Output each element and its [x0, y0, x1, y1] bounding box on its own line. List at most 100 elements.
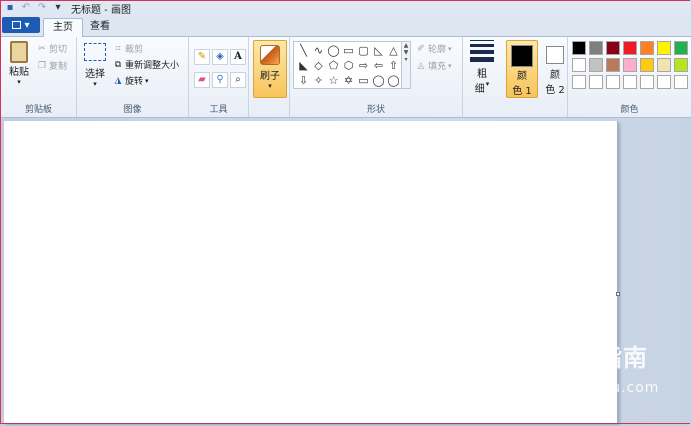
crop-label: 裁剪	[125, 45, 144, 55]
shape-item[interactable]: ⇨	[356, 58, 371, 73]
shape-item[interactable]: ⇦	[371, 58, 386, 73]
shape-item[interactable]: ◣	[296, 58, 311, 73]
brush-icon	[260, 45, 280, 65]
sogou-logo-icon: S	[512, 342, 544, 374]
shape-item[interactable]: △	[386, 43, 401, 58]
size-line-thickest	[470, 57, 494, 62]
size-label-row: 细 ▾	[467, 80, 497, 95]
rotate-icon: ◮	[114, 75, 122, 86]
tab-view[interactable]: 查看	[81, 18, 119, 36]
resize-button[interactable]: ⧉ 重新调整大小	[113, 58, 180, 72]
paint-menu-icon	[12, 21, 22, 29]
tools-group: ✎ ◈ A ▰ ⚲ ⌕ 工具	[189, 37, 249, 117]
color2-swatch	[546, 46, 564, 64]
shape-item[interactable]: ▭	[341, 43, 356, 58]
image-group: 选择 ▾ ⌗ 裁剪 ⧉ 重新调整大小 ◮ 旋转 ▾ 图像	[77, 37, 189, 117]
shape-item[interactable]: ◇	[311, 58, 326, 73]
outline-button[interactable]: ✐ 轮廓 ▾	[416, 42, 452, 56]
shape-item[interactable]: ⬠	[326, 58, 341, 73]
paste-label: 粘贴	[9, 67, 29, 78]
shapes-group-label: 形状	[366, 105, 385, 115]
copy-button[interactable]: ❐ 复制	[37, 59, 68, 73]
quick-access-toolbar: ▪ ↶ ↷ ▾	[1, 1, 65, 15]
chevron-down-icon: ▾	[448, 61, 452, 70]
color2-button[interactable]: 颜 色 2	[541, 40, 569, 96]
scissors-icon: ✂	[38, 43, 46, 54]
color1-button[interactable]: 颜 色 1	[506, 40, 538, 98]
shapes-scrollbar[interactable]: ▲ ▼ ▾	[401, 42, 410, 88]
paint-menu-button[interactable]: ▾	[2, 17, 40, 33]
selection-rect-icon	[84, 43, 106, 61]
color1-label-2: 色 1	[512, 86, 532, 97]
resize-label: 重新调整大小	[125, 61, 180, 71]
size-label-2: 细	[474, 84, 485, 95]
select-label: 选择	[85, 69, 105, 80]
size-label-1: 粗	[477, 69, 487, 80]
crop-icon: ⌗	[115, 43, 121, 54]
rotate-label: 旋转	[125, 77, 144, 87]
shape-item[interactable]: ◯	[371, 73, 386, 88]
clipboard-group: 粘贴 ▾ ✂ 剪切 ❐ 复制 剪贴板	[1, 37, 77, 117]
shape-item[interactable]: ▢	[356, 43, 371, 58]
fill-icon: ◬	[417, 60, 425, 71]
fill-button[interactable]: ◬ 填充 ▾	[416, 59, 452, 73]
undo-icon[interactable]: ↶	[19, 2, 33, 14]
cut-button[interactable]: ✂ 剪切	[37, 42, 68, 56]
shape-item[interactable]: ⇩	[296, 73, 311, 88]
size-button[interactable]: 粗 细 ▾	[467, 40, 497, 95]
brushes-label: 刷子	[260, 71, 280, 82]
fill-label: 填充	[428, 62, 447, 72]
save-icon[interactable]: ▪	[3, 2, 17, 14]
select-button[interactable]: 选择 ▾	[81, 43, 109, 88]
ribbon-tabs: ▾ 主页 查看	[1, 15, 691, 37]
size-line-thick	[470, 50, 494, 54]
brushes-button[interactable]: 刷子 ▾	[253, 40, 287, 98]
shape-item[interactable]: ╲	[296, 43, 311, 58]
shape-item[interactable]: ☆	[326, 73, 341, 88]
copy-icon: ❐	[37, 60, 47, 71]
crop-button[interactable]: ⌗ 裁剪	[113, 42, 144, 56]
sogou-watermark: S 搜狗指南 zhinan.sogou.com	[512, 342, 682, 402]
shape-item[interactable]: ∿	[311, 43, 326, 58]
chevron-down-icon: ▾	[485, 80, 490, 88]
size-line-medium	[470, 44, 494, 47]
canvas-resize-handle[interactable]	[616, 292, 620, 296]
image-group-label: 图像	[123, 105, 142, 115]
pencil-icon[interactable]: ✎	[194, 49, 210, 65]
shape-item[interactable]: ◯	[386, 73, 401, 88]
shape-item[interactable]: ⇧	[386, 58, 401, 73]
clipboard-group-label: 剪贴板	[24, 105, 52, 115]
chevron-down-icon: ▾	[17, 78, 21, 86]
chevron-down-icon: ▾	[24, 19, 30, 31]
redo-icon[interactable]: ↷	[35, 2, 49, 14]
paste-button[interactable]: 粘贴 ▾	[4, 41, 34, 86]
rotate-button[interactable]: ◮ 旋转 ▾	[113, 74, 149, 88]
cut-label: 剪切	[49, 45, 68, 55]
shapes-grid: ╲ ∿ ◯ ▭ ▢ ◺ △ ◣ ◇ ⬠ ⬡ ⇨ ⇦ ⇧ ⇩ ✧ ☆ ✡ ▭ ◯ ◯	[296, 43, 400, 88]
shape-item[interactable]: ▭	[356, 73, 371, 88]
eraser-icon[interactable]: ▰	[194, 72, 210, 88]
shape-item[interactable]: ◯	[326, 43, 341, 58]
chevron-down-icon: ▾	[93, 80, 97, 88]
tab-home[interactable]: 主页	[43, 18, 83, 37]
fill-bucket-icon[interactable]: ◈	[212, 49, 228, 65]
title-bar: ▪ ↶ ↷ ▾ 无标题 - 画图	[1, 1, 691, 16]
chevron-down-icon: ▾	[448, 44, 452, 53]
customize-arrow-icon[interactable]: ▾	[51, 2, 65, 14]
colors-group-label: 颜色	[620, 105, 639, 115]
shape-item[interactable]: ✧	[311, 73, 326, 88]
shape-item[interactable]: ◺	[371, 43, 386, 58]
text-tool-icon[interactable]: A	[230, 49, 246, 65]
copy-label: 复制	[49, 62, 68, 72]
shape-item[interactable]: ✡	[341, 73, 356, 88]
chevron-down-icon: ▾	[268, 82, 272, 90]
color2-label-1: 颜	[550, 70, 560, 81]
ribbon: 粘贴 ▾ ✂ 剪切 ❐ 复制 剪贴板 选择 ▾ ⌗ 裁剪 ⧉ 重新调整大小 ◮ …	[1, 37, 691, 118]
colors-group: 颜色	[567, 37, 691, 117]
shape-item[interactable]: ⬡	[341, 58, 356, 73]
color-picker-icon[interactable]: ⚲	[212, 72, 228, 88]
window-title: 无标题 - 画图	[71, 4, 131, 16]
outline-label: 轮廓	[428, 45, 447, 55]
color1-swatch	[511, 45, 533, 67]
magnifier-icon[interactable]: ⌕	[230, 72, 246, 88]
